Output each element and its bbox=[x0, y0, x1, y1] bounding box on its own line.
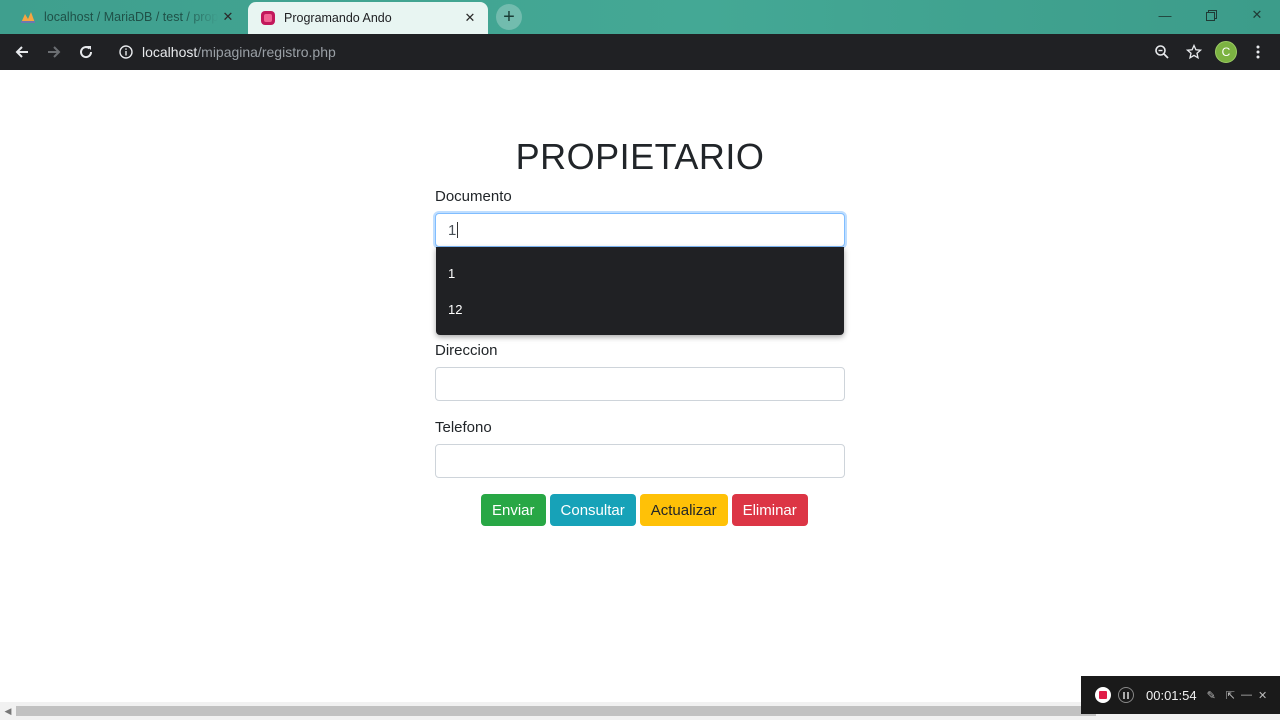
address-bar[interactable]: localhost/mipagina/registro.php bbox=[110, 36, 1134, 68]
text-caret bbox=[457, 222, 459, 238]
documento-label: Documento bbox=[435, 188, 512, 205]
eliminar-button[interactable]: Eliminar bbox=[731, 494, 808, 526]
tab-title: Programando Ando bbox=[284, 11, 392, 25]
browser-toolbar: localhost/mipagina/registro.php C bbox=[0, 34, 1280, 70]
direccion-input[interactable] bbox=[435, 367, 845, 401]
screen-recorder-widget: 00:01:54 ✎ ⇱ — ✕ bbox=[1081, 676, 1280, 714]
zoom-icon[interactable] bbox=[1146, 36, 1178, 68]
info-icon[interactable] bbox=[118, 44, 134, 60]
new-tab-button[interactable]: + bbox=[496, 4, 522, 30]
tab-phpmyadmin[interactable]: localhost / MariaDB / test / propietario… bbox=[8, 0, 246, 34]
menu-kebab-icon[interactable] bbox=[1242, 36, 1274, 68]
browser-tab-strip: localhost / MariaDB / test / propietario… bbox=[0, 0, 1280, 34]
forward-icon[interactable] bbox=[38, 36, 70, 68]
window-controls: — ✕ bbox=[1142, 0, 1280, 30]
scrollbar-thumb[interactable] bbox=[16, 706, 1096, 716]
back-icon[interactable] bbox=[6, 36, 38, 68]
page-content: PROPIETARIO Documento 1 1 12 Direccion T… bbox=[0, 70, 1280, 702]
consultar-button[interactable]: Consultar bbox=[549, 494, 636, 526]
telefono-input[interactable] bbox=[435, 444, 845, 478]
recording-timer: 00:01:54 bbox=[1146, 687, 1197, 703]
bookmark-star-icon[interactable] bbox=[1178, 36, 1210, 68]
expand-icon[interactable]: ⇱ bbox=[1226, 689, 1235, 702]
stop-record-icon[interactable] bbox=[1095, 687, 1111, 703]
pen-icon[interactable]: ✎ bbox=[1207, 689, 1216, 702]
close-icon[interactable]: ✕ bbox=[460, 8, 480, 28]
autocomplete-option[interactable]: 12 bbox=[436, 291, 844, 327]
tab-title: localhost / MariaDB / test / propietario bbox=[44, 10, 218, 24]
pause-icon[interactable] bbox=[1118, 687, 1134, 703]
action-buttons: Enviar Consultar Actualizar Eliminar bbox=[481, 494, 808, 526]
phpmyadmin-icon bbox=[20, 9, 36, 25]
scroll-left-icon[interactable]: ◀ bbox=[2, 704, 14, 718]
enviar-button[interactable]: Enviar bbox=[481, 494, 546, 526]
documento-input[interactable]: 1 bbox=[435, 213, 845, 247]
tab-programando-ando[interactable]: Programando Ando ✕ bbox=[248, 2, 488, 34]
reload-icon[interactable] bbox=[70, 36, 102, 68]
autocomplete-dropdown: 1 12 bbox=[436, 247, 844, 335]
direccion-label: Direccion bbox=[435, 342, 498, 359]
url-host: localhost bbox=[142, 44, 198, 60]
profile-avatar[interactable]: C bbox=[1210, 36, 1242, 68]
close-window-icon[interactable]: ✕ bbox=[1234, 0, 1280, 30]
autocomplete-option[interactable]: 1 bbox=[436, 255, 844, 291]
toolbar-actions: C bbox=[1146, 34, 1274, 70]
actualizar-button[interactable]: Actualizar bbox=[639, 494, 728, 526]
restore-icon[interactable] bbox=[1188, 0, 1234, 30]
avatar: C bbox=[1215, 41, 1237, 63]
url-path: /mipagina/registro.php bbox=[197, 44, 336, 60]
app-icon bbox=[260, 10, 276, 26]
minimize-icon[interactable]: — bbox=[1142, 0, 1188, 30]
telefono-label: Telefono bbox=[435, 419, 492, 436]
close-icon[interactable]: ✕ bbox=[1258, 689, 1267, 702]
documento-value: 1 bbox=[448, 221, 457, 239]
page-title: PROPIETARIO bbox=[515, 136, 765, 177]
minimize-icon[interactable]: — bbox=[1241, 689, 1252, 701]
close-icon[interactable]: ✕ bbox=[218, 7, 238, 27]
